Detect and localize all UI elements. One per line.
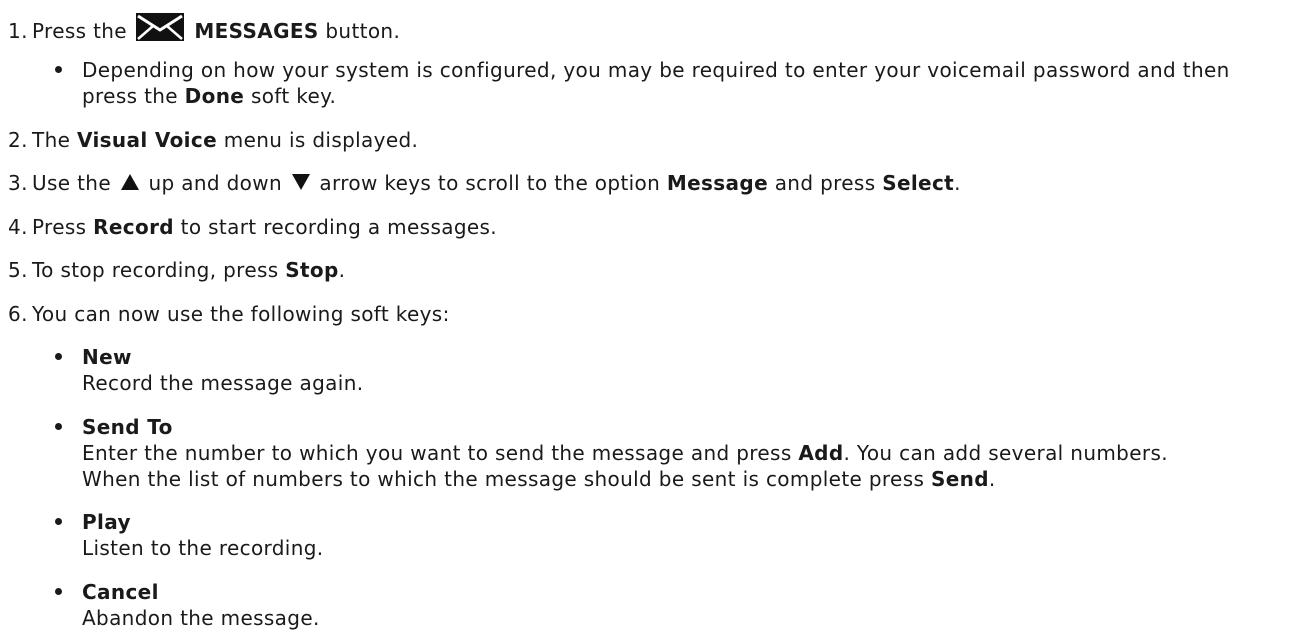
step-3: 3. Use the up and down arrow keys to scro… (8, 170, 961, 196)
message-option-label: Message (666, 171, 768, 195)
envelope-icon (135, 13, 184, 41)
soft-key-name: New (82, 345, 132, 369)
messages-label: MESSAGES (194, 19, 319, 43)
step-text: button. (325, 19, 401, 43)
note-text: Depending on how your system is configur… (82, 57, 1230, 109)
step-number: 3. (8, 171, 28, 195)
done-label: Done (184, 84, 245, 108)
text-run: press the (82, 84, 178, 108)
bullet-dot (55, 353, 62, 360)
soft-key-cancel: Cancel Abandon the message. (82, 579, 320, 631)
up-arrow-icon (120, 174, 139, 190)
soft-key-desc: Abandon the message. (82, 606, 320, 630)
step-number: 2. (8, 128, 28, 152)
step-5: 5. To stop recording, press Stop. (8, 257, 345, 283)
bullet-dot (55, 588, 62, 595)
text-run: soft key. (250, 84, 337, 108)
step-6: 6. You can now use the following soft key… (8, 301, 450, 327)
step-text: The (32, 128, 71, 152)
record-label: Record (93, 215, 174, 239)
soft-key-send-to: Send To Enter the number to which you wa… (82, 414, 1168, 492)
soft-key-new: New Record the message again. (82, 344, 363, 396)
step-text: You can now use the following soft keys: (32, 302, 450, 326)
down-arrow-icon (291, 174, 310, 190)
soft-key-desc: Enter the number to which you want to se… (82, 440, 1168, 466)
step-text: and press (774, 171, 876, 195)
text-run: When the list of numbers to which the me… (82, 467, 925, 491)
add-label: Add (798, 441, 844, 465)
step-text: menu is displayed. (223, 128, 419, 152)
soft-key-name: Send To (82, 415, 173, 439)
step-text: . (338, 258, 346, 282)
note-line-1: Depending on how your system is configur… (82, 58, 1230, 82)
text-run: . You can add several numbers. (843, 441, 1168, 465)
step-1: 1. Press the MESSAGES button. (8, 13, 400, 44)
step-text: Press the (32, 19, 127, 43)
step-text: up and down (148, 171, 282, 195)
select-label: Select (882, 171, 955, 195)
text-run: Enter the number to which you want to se… (82, 441, 792, 465)
step-text: to start recording a messages. (180, 215, 497, 239)
send-label: Send (930, 467, 989, 491)
stop-label: Stop (285, 258, 339, 282)
step-text: Press (32, 215, 87, 239)
soft-key-play: Play Listen to the recording. (82, 509, 324, 561)
step-2: 2. The Visual Voice menu is displayed. (8, 127, 418, 153)
visual-voice-label: Visual Voice (76, 128, 218, 152)
soft-key-name: Play (82, 510, 131, 534)
step-number: 1. (8, 19, 28, 43)
step-number: 6. (8, 302, 28, 326)
soft-key-desc: Listen to the recording. (82, 536, 324, 560)
note-line-2: press the Done soft key. (82, 83, 1230, 109)
step-4: 4. Press Record to start recording a mess… (8, 214, 497, 240)
step-text: arrow keys to scroll to the option (319, 171, 661, 195)
step-text: To stop recording, press (32, 258, 279, 282)
step-text: . (954, 171, 961, 195)
text-run: . (988, 467, 996, 491)
bullet-dot (55, 518, 62, 525)
soft-key-desc: Record the message again. (82, 371, 364, 395)
bullet-dot (55, 66, 62, 73)
bullet-dot (55, 423, 62, 430)
step-number: 4. (8, 215, 28, 239)
step-number: 5. (8, 258, 28, 282)
soft-key-desc: When the list of numbers to which the me… (82, 466, 1168, 492)
step-text: Use the (32, 171, 111, 195)
soft-key-name: Cancel (82, 580, 159, 604)
